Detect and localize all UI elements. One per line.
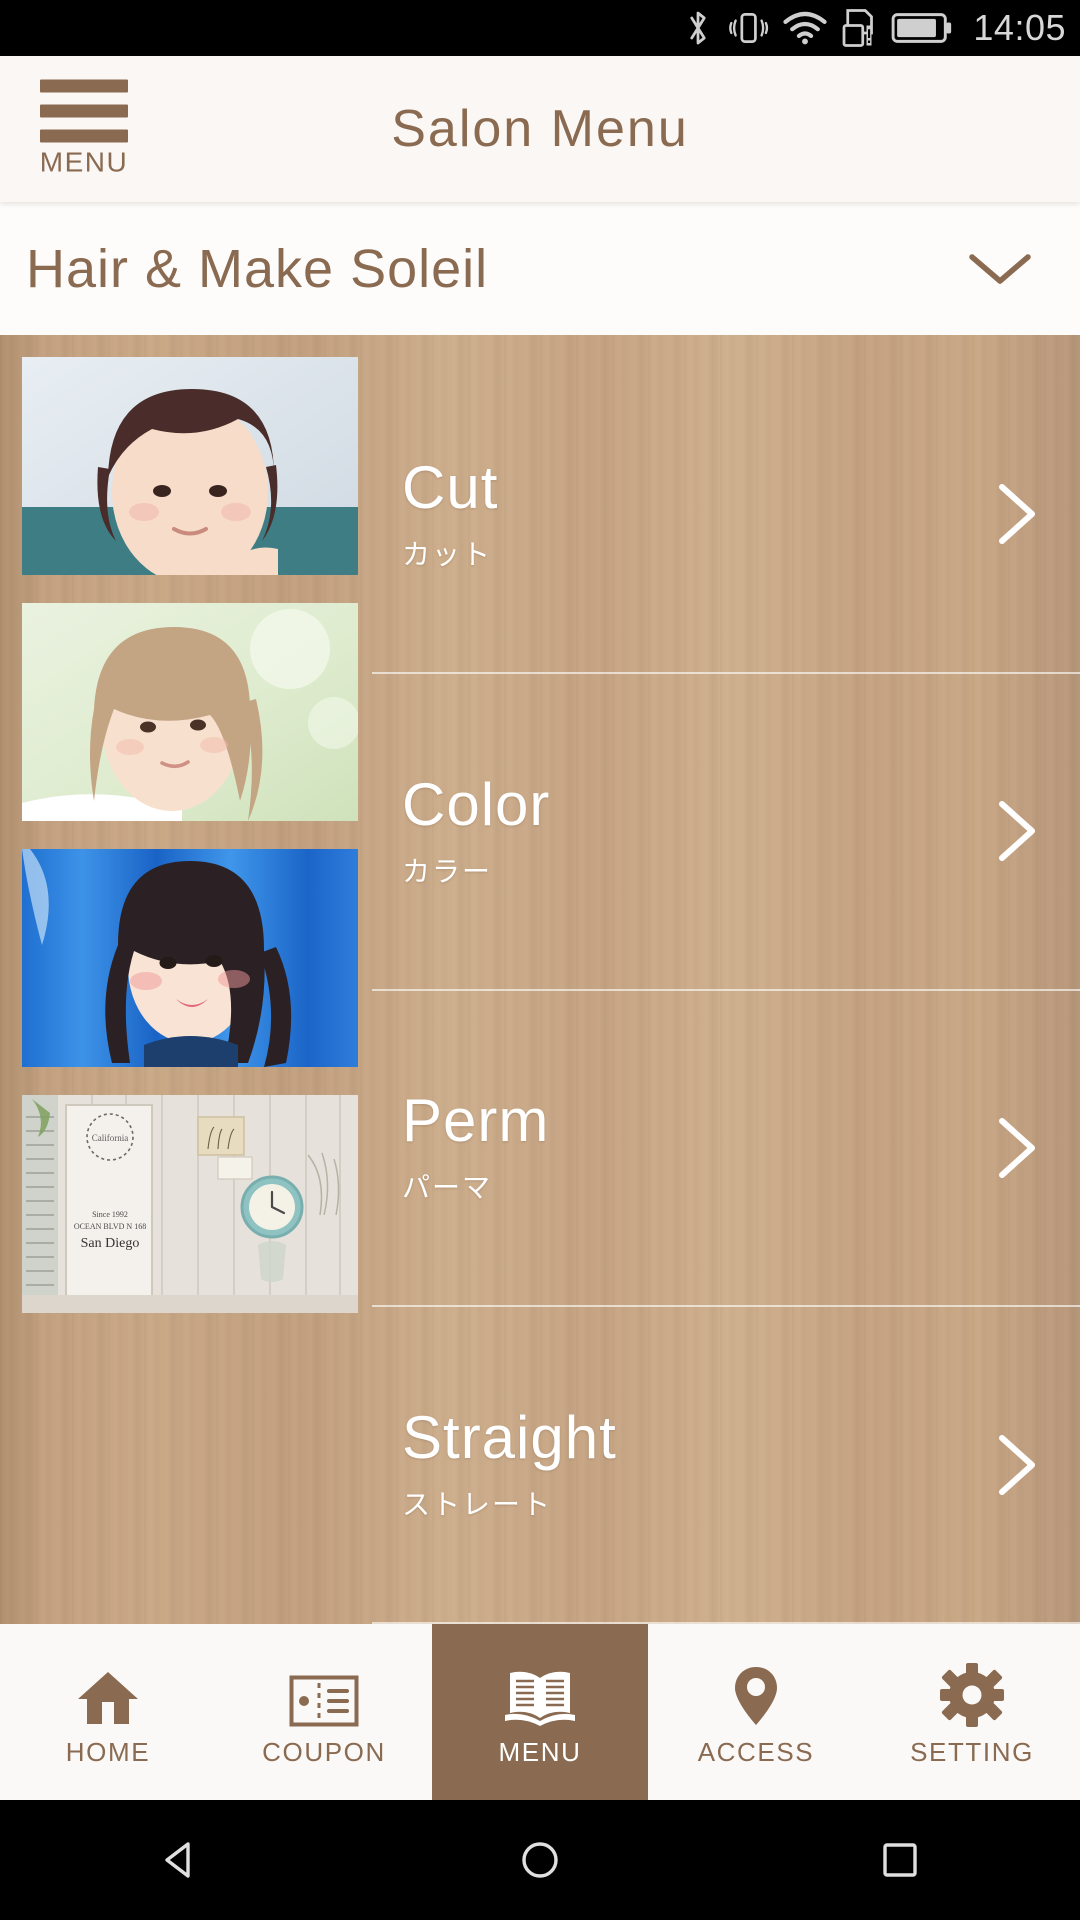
table-row[interactable]: Perm パーマ bbox=[372, 991, 1080, 1308]
home-icon bbox=[76, 1657, 140, 1727]
menu-content: California Since 1992 OCEAN BLVD N 168 S… bbox=[0, 335, 1080, 1624]
battery-icon bbox=[891, 11, 953, 45]
gear-icon bbox=[940, 1657, 1004, 1727]
app-header: MENU Salon Menu bbox=[0, 56, 1080, 202]
status-bar: 14:05 bbox=[0, 0, 1080, 56]
recents-square-icon[interactable] bbox=[840, 1830, 960, 1890]
svg-text:Since 1992: Since 1992 bbox=[92, 1210, 128, 1219]
table-row[interactable]: Color カラー bbox=[372, 674, 1080, 991]
tab-menu-label: MENU bbox=[498, 1736, 582, 1767]
bottom-navigation: HOME COUPON MENU ACCESS SETTING bbox=[0, 1624, 1080, 1800]
menu-item-subtitle: カット bbox=[402, 538, 493, 570]
tab-coupon-label: COUPON bbox=[262, 1736, 386, 1767]
tab-menu[interactable]: MENU bbox=[432, 1624, 648, 1800]
sd-card-warning-icon bbox=[841, 8, 877, 48]
menu-item-title: Color bbox=[402, 770, 551, 838]
hamburger-bar-icon bbox=[40, 79, 128, 93]
tab-home[interactable]: HOME bbox=[0, 1624, 216, 1800]
tab-access[interactable]: ACCESS bbox=[648, 1624, 864, 1800]
menu-item-subtitle: パーマ bbox=[402, 1172, 493, 1204]
menu-item-subtitle: カラー bbox=[402, 855, 493, 887]
tab-access-label: ACCESS bbox=[697, 1736, 815, 1767]
thumbnail-column: California Since 1992 OCEAN BLVD N 168 S… bbox=[0, 335, 372, 1624]
hamburger-menu-button[interactable]: MENU bbox=[38, 79, 130, 179]
tab-home-label: HOME bbox=[65, 1736, 151, 1767]
hamburger-bar-icon bbox=[40, 129, 128, 143]
tab-coupon[interactable]: COUPON bbox=[216, 1624, 432, 1800]
list-item-thumbnail[interactable] bbox=[22, 849, 358, 1067]
table-row[interactable]: Straight ストレート bbox=[372, 1307, 1080, 1624]
chevron-right-icon bbox=[994, 1115, 1040, 1181]
chevron-down-icon[interactable] bbox=[966, 249, 1034, 289]
list-item-thumbnail[interactable] bbox=[22, 357, 358, 575]
home-circle-icon[interactable] bbox=[480, 1830, 600, 1890]
menu-item-title: Perm bbox=[402, 1087, 550, 1155]
menu-item-subtitle: ストレート bbox=[402, 1489, 553, 1521]
back-triangle-icon[interactable] bbox=[120, 1830, 240, 1890]
page-title: Salon Menu bbox=[391, 100, 689, 158]
ticket-icon bbox=[289, 1657, 359, 1727]
svg-text:OCEAN BLVD N 168: OCEAN BLVD N 168 bbox=[74, 1222, 146, 1231]
table-row[interactable]: Cut カット bbox=[372, 357, 1080, 674]
status-bar-clock: 14:05 bbox=[973, 7, 1066, 48]
hamburger-bar-icon bbox=[40, 104, 128, 118]
hamburger-menu-label: MENU bbox=[39, 146, 129, 178]
open-book-icon bbox=[503, 1657, 577, 1727]
chevron-right-icon bbox=[994, 481, 1040, 547]
salon-selector[interactable]: Hair & Make Soleil bbox=[0, 202, 1080, 335]
svg-text:California: California bbox=[92, 1133, 129, 1143]
vibrate-icon bbox=[727, 9, 769, 47]
menu-row-list: Cut カット Color カラー Perm パーマ Straight ストレー… bbox=[372, 335, 1080, 1624]
list-item-thumbnail[interactable]: California Since 1992 OCEAN BLVD N 168 S… bbox=[22, 1095, 358, 1313]
map-pin-icon bbox=[732, 1657, 780, 1727]
chevron-right-icon bbox=[994, 1432, 1040, 1498]
wifi-icon bbox=[783, 10, 828, 46]
tab-setting[interactable]: SETTING bbox=[864, 1624, 1080, 1800]
chevron-right-icon bbox=[994, 798, 1040, 864]
list-item-thumbnail[interactable] bbox=[22, 603, 358, 821]
app-screen: 14:05 MENU Salon Menu Hair & Make Soleil bbox=[0, 0, 1080, 1920]
android-navigation-bar bbox=[0, 1800, 1080, 1920]
tab-setting-label: SETTING bbox=[910, 1736, 1034, 1767]
bluetooth-icon bbox=[683, 8, 713, 48]
salon-name: Hair & Make Soleil bbox=[26, 238, 489, 299]
menu-item-title: Straight bbox=[402, 1404, 617, 1472]
svg-text:San Diego: San Diego bbox=[81, 1236, 140, 1251]
menu-item-title: Cut bbox=[402, 453, 499, 521]
